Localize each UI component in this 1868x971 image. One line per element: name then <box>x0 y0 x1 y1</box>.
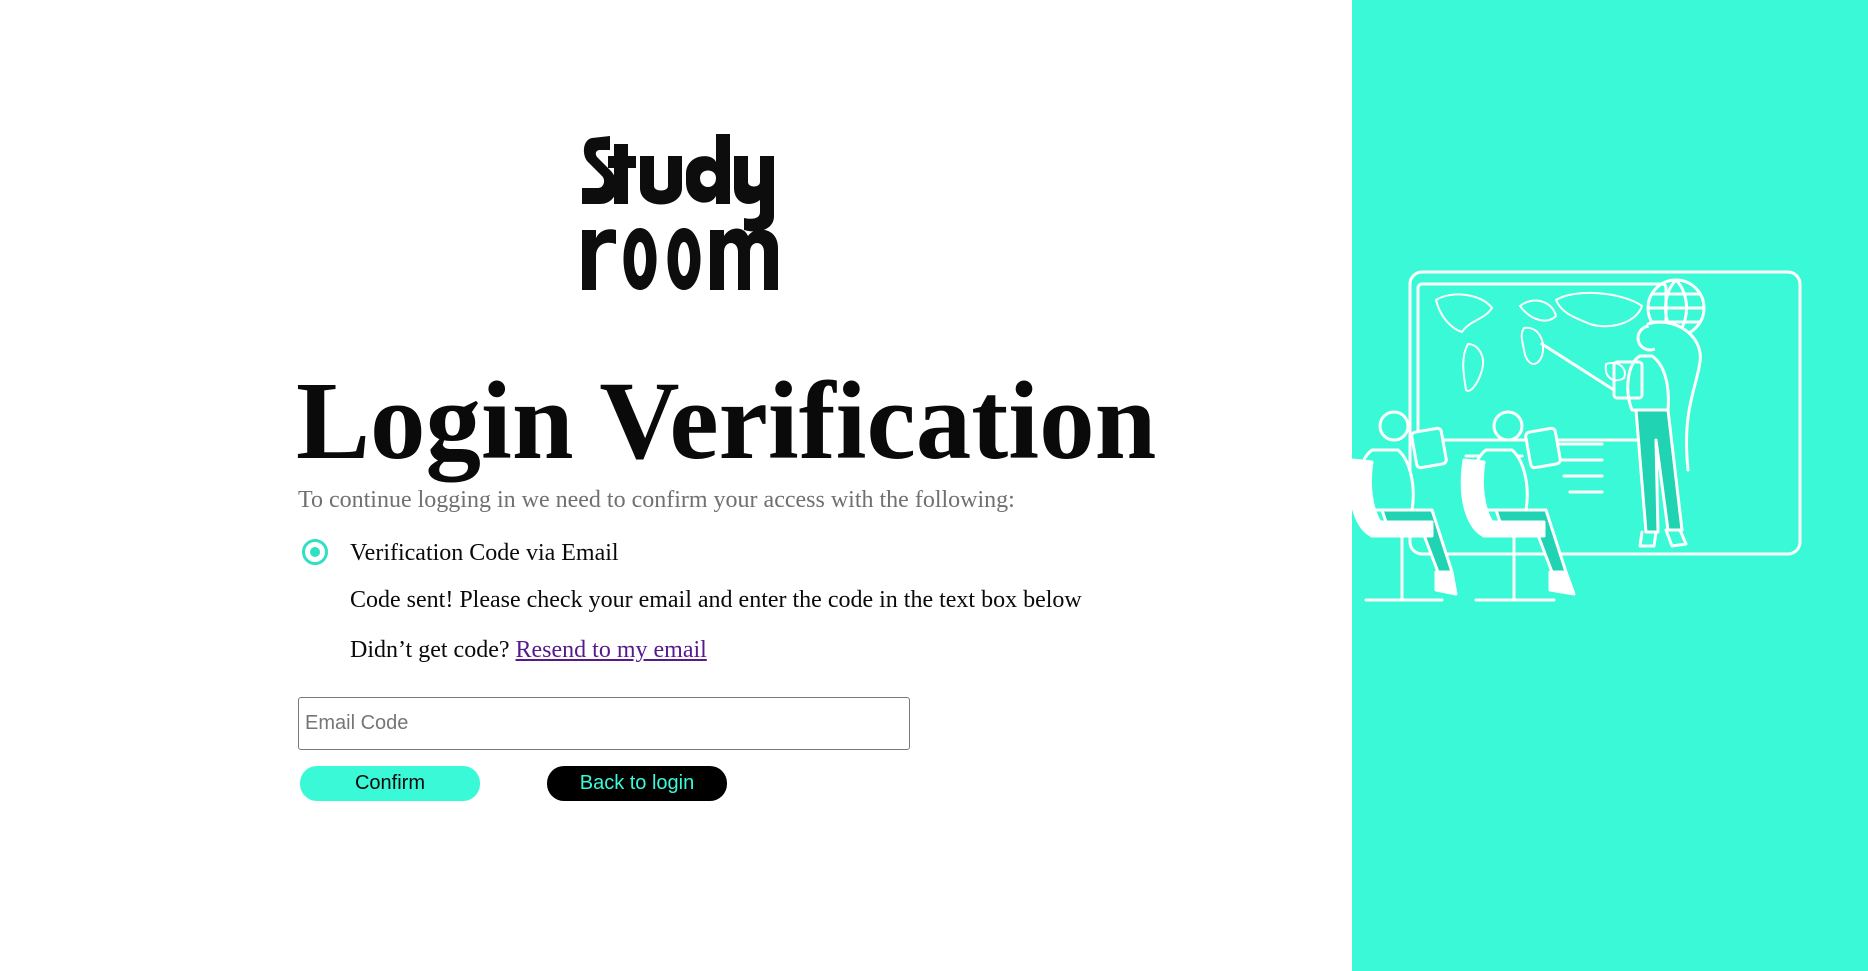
resend-prompt: Didn’t get code? <box>350 637 510 663</box>
radio-selected-dot <box>310 547 320 557</box>
illustration-panel <box>1352 0 1868 971</box>
login-panel: Login Verification To continue logging i… <box>0 0 1352 971</box>
email-code-option-label: Verification Code via Email <box>350 540 619 566</box>
email-code-radio[interactable] <box>302 539 328 565</box>
page-subtitle: To continue logging in we need to confir… <box>298 487 1015 513</box>
back-to-login-button[interactable]: Back to login <box>547 766 727 801</box>
studyroom-logo-icon <box>578 130 784 290</box>
confirm-button[interactable]: Confirm <box>300 766 480 801</box>
classroom-illustration-icon <box>1352 270 1802 602</box>
email-code-input[interactable] <box>298 697 910 750</box>
code-sent-message: Code sent! Please check your email and e… <box>350 587 1082 613</box>
resend-row: Didn’t get code? Resend to my email <box>350 637 707 664</box>
resend-link[interactable]: Resend to my email <box>516 637 707 663</box>
page-title: Login Verification <box>296 360 1157 483</box>
